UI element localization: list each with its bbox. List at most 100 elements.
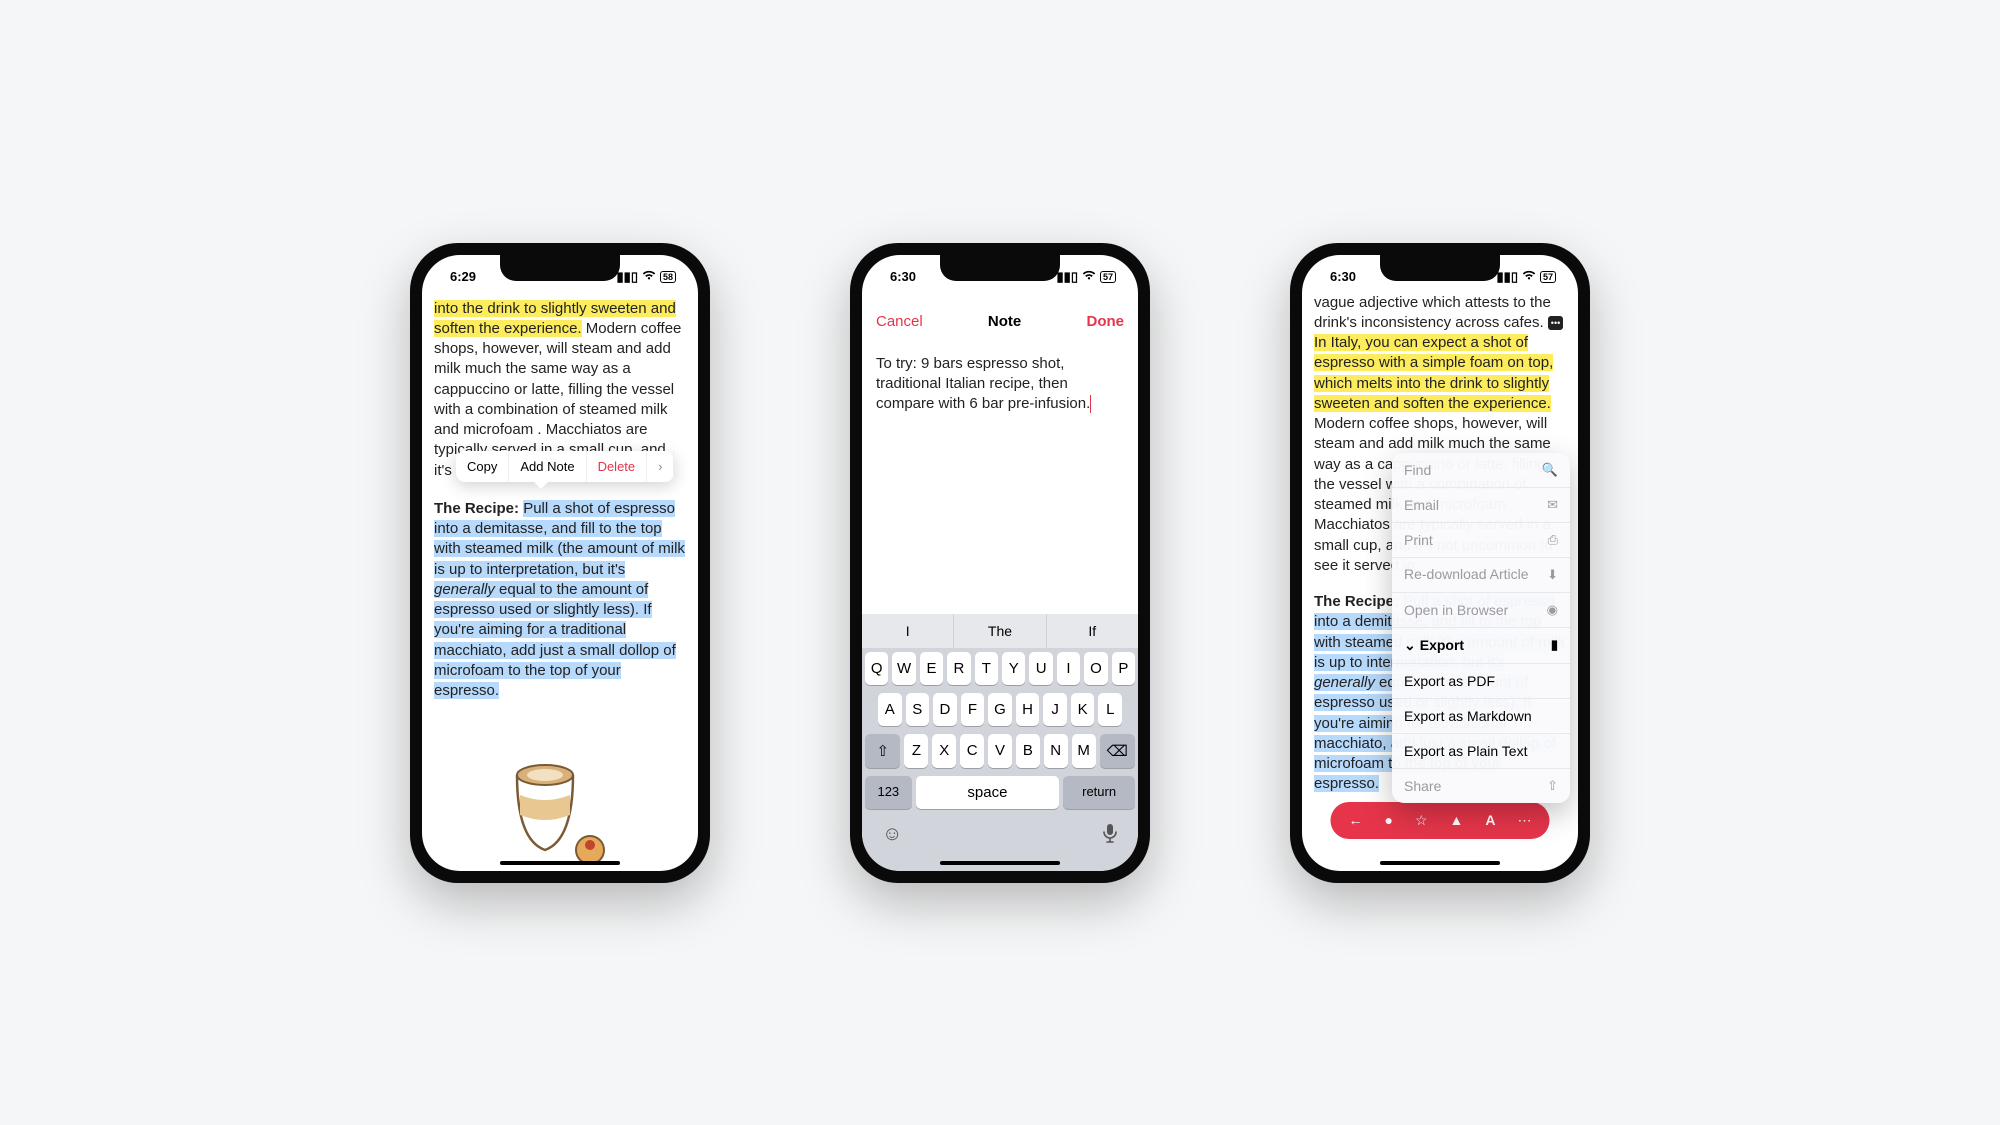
- home-indicator[interactable]: [500, 861, 620, 865]
- key-k[interactable]: K: [1071, 693, 1095, 726]
- find-action[interactable]: Find🔍: [1392, 453, 1570, 488]
- chevron-right-icon: ›: [658, 459, 662, 474]
- key-r[interactable]: R: [947, 652, 970, 685]
- key-u[interactable]: U: [1029, 652, 1052, 685]
- key-y[interactable]: Y: [1002, 652, 1025, 685]
- key-x[interactable]: X: [932, 734, 956, 768]
- notch: [500, 255, 620, 281]
- redownload-action[interactable]: Re-download Article⬇: [1392, 558, 1570, 593]
- prediction-1[interactable]: I: [862, 614, 954, 648]
- key-p[interactable]: P: [1112, 652, 1135, 685]
- add-note-action[interactable]: Add Note: [509, 451, 586, 482]
- record-button[interactable]: ●: [1384, 812, 1392, 828]
- print-icon: ⎙: [1548, 532, 1558, 548]
- more-button[interactable]: ⋯: [1518, 812, 1532, 829]
- prediction-2[interactable]: The: [954, 614, 1046, 648]
- keyboard: I The If QWERTYUIOP ASDFGHJKL ⇧ ZXCVBNM …: [862, 614, 1138, 871]
- key-d[interactable]: D: [933, 693, 957, 726]
- home-indicator[interactable]: [940, 861, 1060, 865]
- status-time: 6:30: [890, 269, 916, 284]
- highlighted-text-blue[interactable]: Pull a shot of espresso into a demitasse…: [434, 500, 685, 699]
- shift-key[interactable]: ⇧: [865, 734, 900, 768]
- email-action[interactable]: Email✉: [1392, 488, 1570, 523]
- key-v[interactable]: V: [988, 734, 1012, 768]
- key-o[interactable]: O: [1084, 652, 1107, 685]
- file-icon: ▮: [1551, 637, 1558, 653]
- key-a[interactable]: A: [878, 693, 902, 726]
- wifi-icon: [1522, 269, 1536, 284]
- signal-icon: ▮▮▯: [617, 269, 638, 285]
- chevron-down-icon: ⌄: [1404, 637, 1416, 653]
- key-n[interactable]: N: [1044, 734, 1068, 768]
- key-w[interactable]: W: [892, 652, 915, 685]
- delete-action[interactable]: Delete: [587, 451, 648, 482]
- download-icon: ⬇: [1547, 567, 1558, 583]
- notch: [1380, 255, 1500, 281]
- body-text: vague adjective which attests to the dri…: [1314, 294, 1551, 331]
- signal-icon: ▮▮▯: [1057, 269, 1078, 285]
- key-l[interactable]: L: [1098, 693, 1122, 726]
- key-j[interactable]: J: [1043, 693, 1067, 726]
- export-action[interactable]: ⌄Export▮: [1392, 628, 1570, 664]
- key-e[interactable]: E: [920, 652, 943, 685]
- key-t[interactable]: T: [975, 652, 998, 685]
- key-s[interactable]: S: [906, 693, 930, 726]
- key-g[interactable]: G: [988, 693, 1012, 726]
- wifi-icon: [1082, 269, 1096, 284]
- article-body[interactable]: into the drink to slightly sweeten and s…: [422, 299, 698, 702]
- recipe-heading: The Recipe:: [434, 500, 523, 517]
- status-time: 6:29: [450, 269, 476, 284]
- phone-center: 6:30 ▮▮▯ 57 Cancel Note Done To try: 9 b…: [850, 243, 1150, 883]
- export-markdown-action[interactable]: Export as Markdown: [1392, 699, 1570, 734]
- email-icon: ✉: [1547, 497, 1558, 513]
- key-c[interactable]: C: [960, 734, 984, 768]
- signal-icon: ▮▮▯: [1497, 269, 1518, 285]
- battery-icon: 58: [660, 271, 676, 283]
- font-button[interactable]: A: [1485, 812, 1495, 828]
- note-indicator-icon[interactable]: •••: [1548, 316, 1563, 330]
- star-button[interactable]: ☆: [1415, 812, 1428, 829]
- highlighted-text-yellow[interactable]: In Italy, you can expect a shot of espre…: [1314, 334, 1553, 412]
- backspace-key[interactable]: ⌫: [1100, 734, 1135, 768]
- key-h[interactable]: H: [1016, 693, 1040, 726]
- key-f[interactable]: F: [961, 693, 985, 726]
- done-button[interactable]: Done: [1086, 313, 1124, 330]
- modal-header: Cancel Note Done: [862, 299, 1138, 340]
- export-plaintext-action[interactable]: Export as Plain Text: [1392, 734, 1570, 769]
- key-b[interactable]: B: [1016, 734, 1040, 768]
- key-z[interactable]: Z: [904, 734, 928, 768]
- emoji-key[interactable]: ☺: [882, 823, 902, 849]
- phone-right: 6:30 ▮▮▯ 57 vague adjective which attest…: [1290, 243, 1590, 883]
- dictation-key[interactable]: [1102, 823, 1118, 849]
- bottom-toolbar: ← ● ☆ ▲ A ⋯: [1330, 802, 1549, 839]
- return-key[interactable]: return: [1063, 776, 1135, 809]
- export-pdf-action[interactable]: Export as PDF: [1392, 664, 1570, 699]
- modal-title: Note: [988, 313, 1021, 330]
- space-key[interactable]: space: [916, 776, 1060, 809]
- key-q[interactable]: Q: [865, 652, 888, 685]
- copy-action[interactable]: Copy: [456, 451, 509, 482]
- more-actions[interactable]: ›: [647, 451, 674, 482]
- coffee-illustration: [500, 745, 620, 865]
- prediction-3[interactable]: If: [1047, 614, 1138, 648]
- back-button[interactable]: ←: [1348, 812, 1362, 828]
- compass-icon: ◉: [1547, 602, 1558, 618]
- home-indicator[interactable]: [1380, 861, 1500, 865]
- cancel-button[interactable]: Cancel: [876, 313, 923, 330]
- tag-button[interactable]: ▲: [1450, 812, 1464, 828]
- open-browser-action[interactable]: Open in Browser◉: [1392, 593, 1570, 628]
- wifi-icon: [642, 269, 656, 284]
- key-m[interactable]: M: [1072, 734, 1096, 768]
- note-textarea[interactable]: To try: 9 bars espresso shot, traditiona…: [862, 340, 1138, 429]
- battery-icon: 57: [1100, 271, 1116, 283]
- notch: [940, 255, 1060, 281]
- search-icon: 🔍: [1542, 462, 1558, 478]
- battery-icon: 57: [1540, 271, 1556, 283]
- print-action[interactable]: Print⎙: [1392, 523, 1570, 558]
- status-time: 6:30: [1330, 269, 1356, 284]
- key-i[interactable]: I: [1057, 652, 1080, 685]
- numbers-key[interactable]: 123: [865, 776, 912, 809]
- prediction-bar: I The If: [862, 614, 1138, 648]
- recipe-heading: The Recipe:: [1314, 593, 1403, 610]
- share-action[interactable]: Share⇧: [1392, 769, 1570, 803]
